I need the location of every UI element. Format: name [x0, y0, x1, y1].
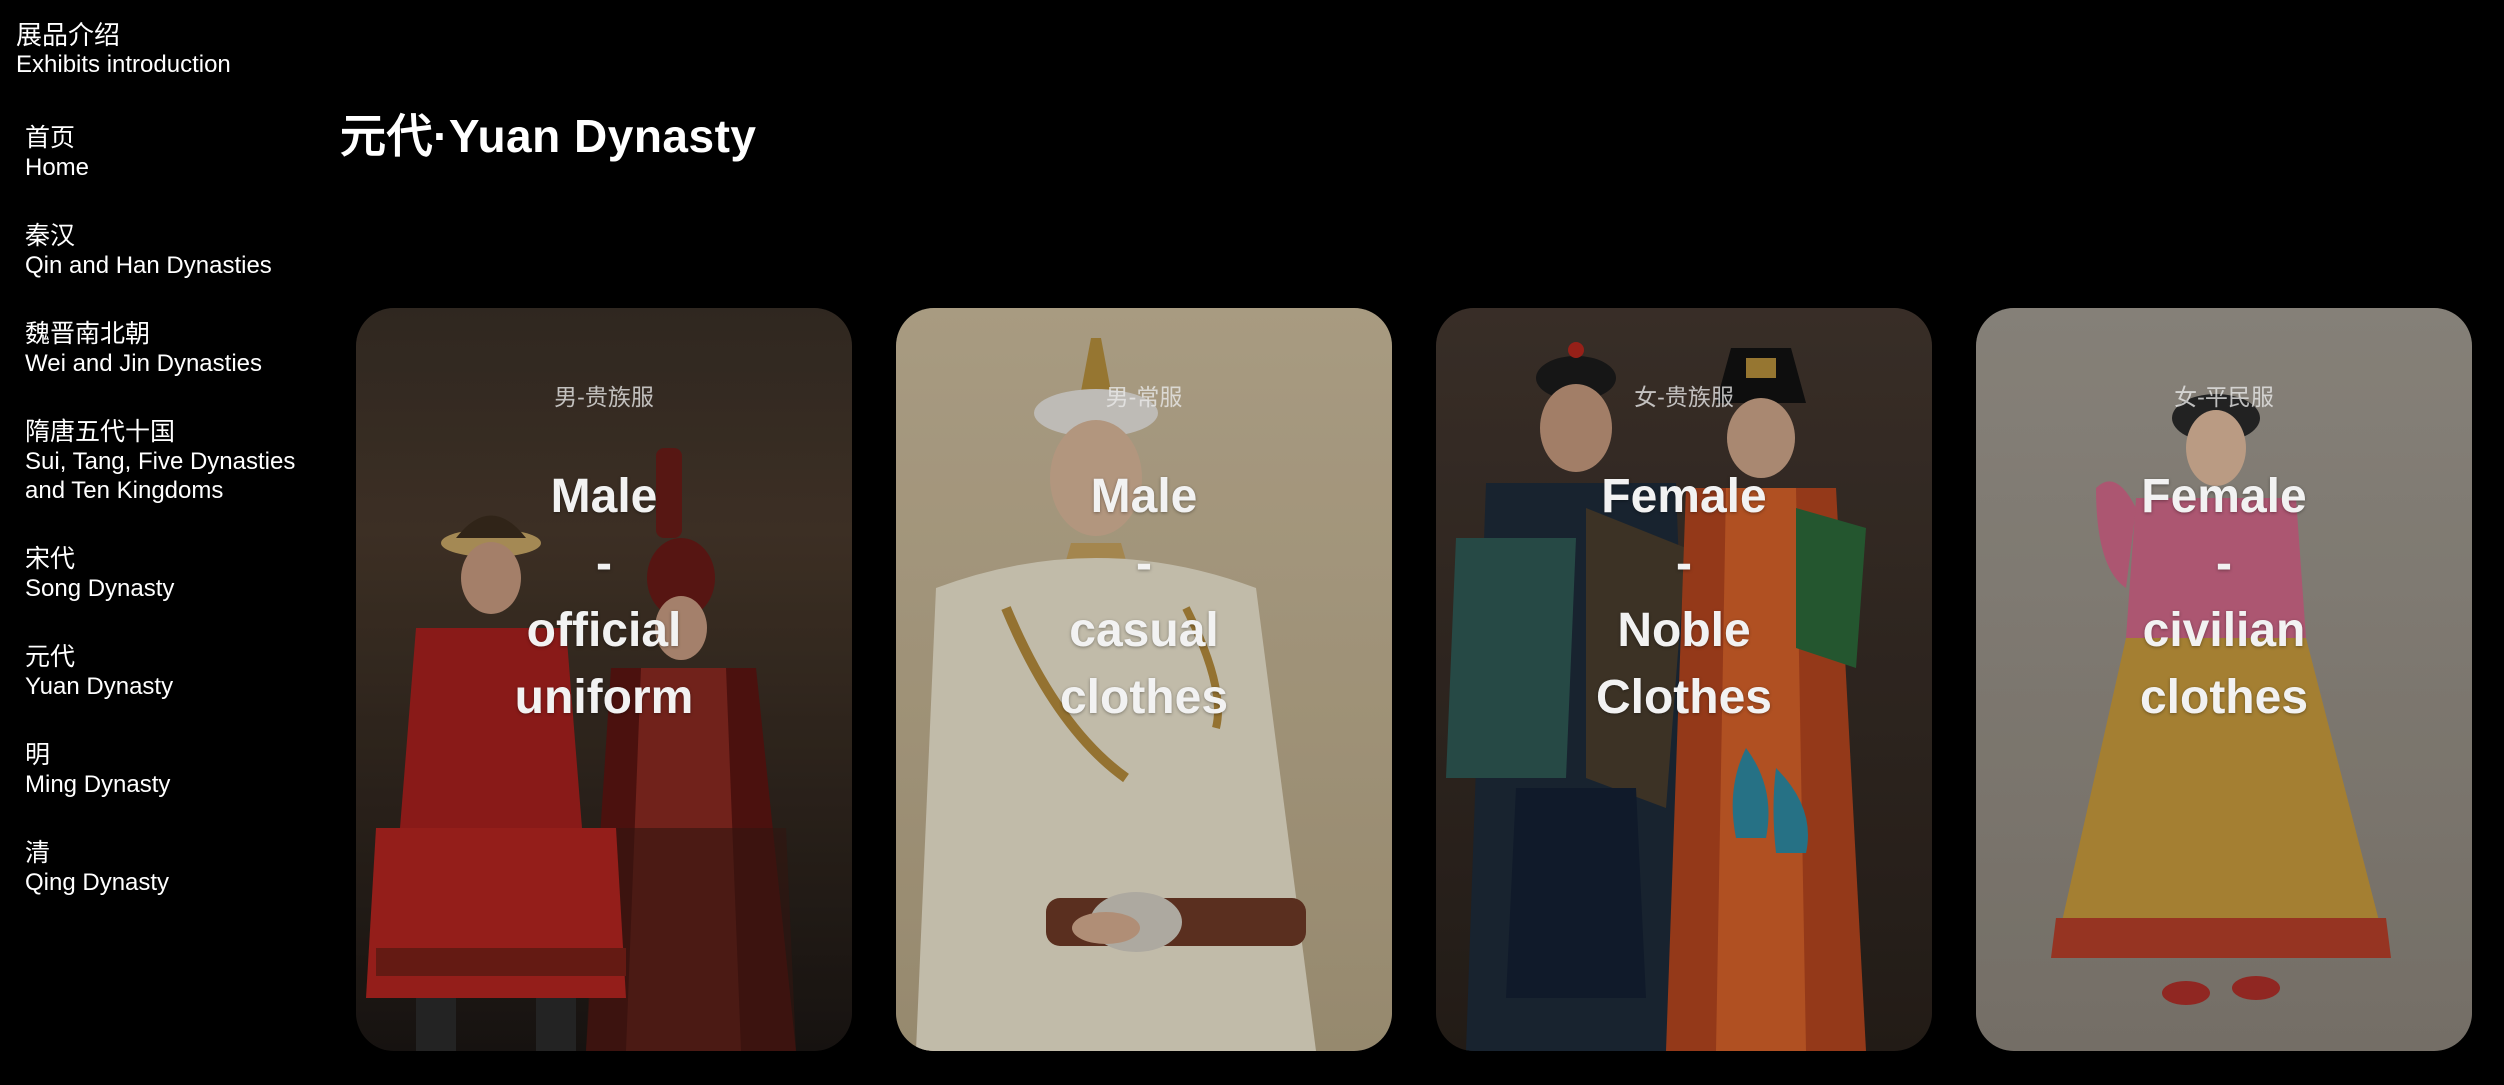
sidebar-item-home[interactable]: 首页 Home: [25, 124, 315, 182]
sidebar-item-label-zh: 秦汉: [25, 222, 76, 250]
sidebar-item-label-en: Song Dynasty: [25, 575, 175, 602]
card-label-en: Male - official uniform: [356, 463, 852, 731]
exhibit-card-female-civilian[interactable]: 女-平民服 Female - civilian clothes: [1976, 308, 2472, 1051]
sidebar-item-song[interactable]: 宋代 Song Dynasty: [25, 545, 315, 603]
card-label-line: -: [1136, 537, 1152, 590]
exhibit-cards: 男-贵族服 Male - official uniform 男-常服 Male …: [356, 308, 2472, 1051]
sidebar-item-label-en: Sui, Tang, Five Dynasties and Ten Kingdo…: [25, 448, 296, 504]
sidebar-item-label-zh: 元代: [25, 643, 76, 671]
card-label-line: Male: [550, 470, 658, 523]
sidebar-item-label-en: Home: [25, 154, 90, 181]
sidebar-item-wei-jin[interactable]: 魏晋南北朝 Wei and Jin Dynasties: [25, 320, 315, 378]
sidebar-nav: 首页 Home 秦汉 Qin and Han Dynasties 魏晋南北朝 W…: [25, 124, 315, 937]
card-label-line: clothes: [2139, 671, 2309, 724]
exhibit-card-female-noble[interactable]: 女-贵族服 Female - Noble Clothes: [1436, 308, 1932, 1051]
card-label-en: Female - civilian clothes: [1976, 463, 2472, 731]
sidebar-item-label-zh: 魏晋南北朝: [25, 320, 151, 348]
card-label-zh: 女-贵族服: [1634, 384, 1734, 410]
site-title-zh: 展品介绍: [16, 20, 121, 50]
card-label-en: Male - casual clothes: [896, 463, 1392, 731]
sidebar-item-label-en: Yuan Dynasty: [25, 673, 174, 700]
card-label-zh: 女-平民服: [2174, 384, 2274, 410]
sidebar-item-sui-tang[interactable]: 隋唐五代十国 Sui, Tang, Five Dynasties and Ten…: [25, 418, 315, 505]
card-label-line: official: [526, 604, 682, 657]
sidebar-item-label-zh: 隋唐五代十国: [25, 418, 176, 446]
card-label-line: uniform: [514, 671, 694, 724]
card-label-zh: 男-常服: [1105, 384, 1183, 410]
site-header: 展品介绍 Exhibits introduction: [16, 20, 231, 80]
sidebar-item-label-en: Wei and Jin Dynasties: [25, 350, 262, 377]
sidebar-item-label-zh: 宋代: [25, 545, 76, 573]
sidebar-item-label-en: Ming Dynasty: [25, 771, 171, 798]
card-label-line: Female: [1601, 470, 1767, 523]
card-label-line: casual: [1069, 604, 1219, 657]
sidebar-item-qin-han[interactable]: 秦汉 Qin and Han Dynasties: [25, 222, 315, 280]
card-label-line: civilian: [2142, 604, 2306, 657]
sidebar-item-label-zh: 首页: [25, 124, 76, 152]
sidebar-item-label-en: Qing Dynasty: [25, 869, 170, 896]
exhibit-card-male-official[interactable]: 男-贵族服 Male - official uniform: [356, 308, 852, 1051]
page-title: 元代·Yuan Dynasty: [340, 110, 757, 162]
sidebar-item-yuan[interactable]: 元代 Yuan Dynasty: [25, 643, 315, 701]
card-label-line: -: [2216, 537, 2232, 590]
sidebar-item-label-zh: 明: [25, 741, 51, 769]
exhibit-card-male-casual[interactable]: 男-常服 Male - casual clothes: [896, 308, 1392, 1051]
card-label-line: -: [1676, 537, 1692, 590]
card-label-line: Noble: [1617, 604, 1751, 657]
sidebar-item-label-zh: 清: [25, 839, 51, 867]
card-label-line: clothes: [1059, 671, 1229, 724]
card-label-line: -: [596, 537, 612, 590]
sidebar-item-ming[interactable]: 明 Ming Dynasty: [25, 741, 315, 799]
card-label-line: Male: [1090, 470, 1198, 523]
card-label-line: Female: [2141, 470, 2307, 523]
sidebar-item-label-en: Qin and Han Dynasties: [25, 252, 272, 279]
card-label-line: Clothes: [1595, 671, 1772, 724]
sidebar-item-qing[interactable]: 清 Qing Dynasty: [25, 839, 315, 897]
site-title-en: Exhibits introduction: [16, 51, 231, 78]
card-label-en: Female - Noble Clothes: [1436, 463, 1932, 731]
card-label-zh: 男-贵族服: [554, 384, 654, 410]
